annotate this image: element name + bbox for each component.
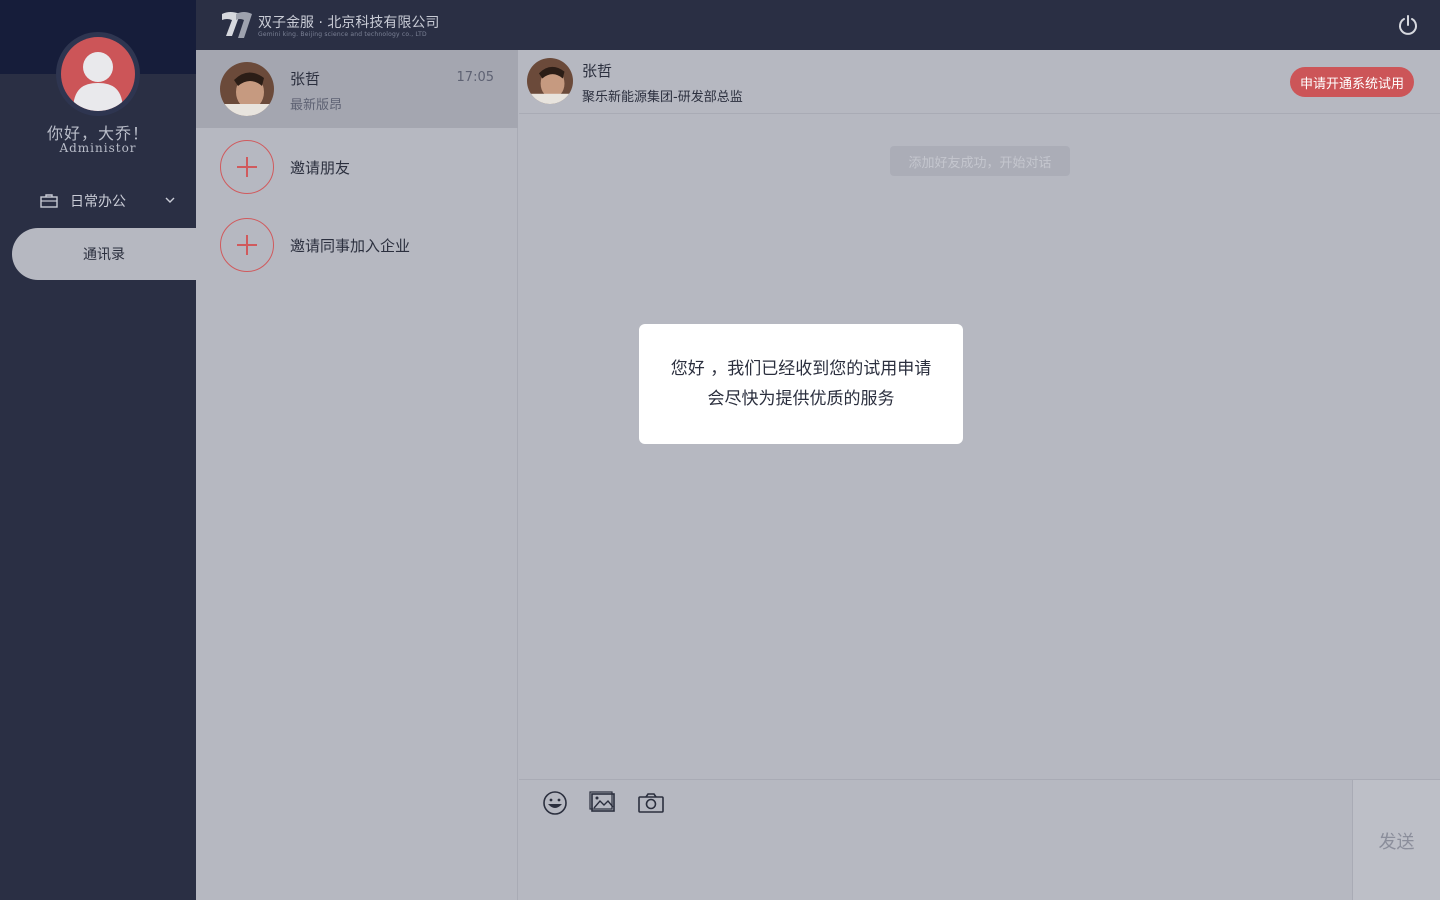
nav-group-label: 日常办公 bbox=[70, 194, 126, 210]
conversation-last-message: 最新版昂 bbox=[290, 98, 343, 113]
conversation-list: 张哲 17:05 最新版昂 邀请朋友 邀请同事加入企业 bbox=[196, 50, 518, 900]
company-subtitle: Gemini king. Beijing science and technol… bbox=[258, 31, 427, 38]
plus-circle-icon bbox=[220, 140, 274, 194]
conversation-time: 17:05 bbox=[456, 70, 494, 85]
sidebar-item-contacts[interactable]: 通讯录 bbox=[12, 228, 196, 280]
chevron-down-icon bbox=[165, 197, 175, 203]
invite-colleagues-label: 邀请同事加入企业 bbox=[290, 237, 411, 255]
sidebar: 你好，大乔！ Administor 日常办公 通讯录 bbox=[0, 0, 196, 900]
user-role: Administor bbox=[59, 141, 137, 155]
user-avatar-image bbox=[61, 37, 135, 111]
modal-line-1: 您好 ，我们已经收到您的试用申请 bbox=[670, 359, 932, 379]
modal-line-2: 会尽快为提供优质的服务 bbox=[707, 389, 895, 409]
user-avatar[interactable] bbox=[56, 32, 140, 116]
invite-friends-label: 邀请朋友 bbox=[290, 159, 351, 177]
invite-colleagues-item[interactable]: 邀请同事加入企业 bbox=[196, 210, 518, 280]
send-button[interactable]: 发送 bbox=[1352, 780, 1440, 900]
plus-circle-icon bbox=[220, 218, 274, 272]
company-logo bbox=[222, 12, 252, 38]
conversation-name: 张哲 bbox=[290, 70, 321, 88]
contact-photo bbox=[527, 58, 573, 104]
apply-trial-button[interactable]: 申请开通系统试用 bbox=[1289, 67, 1414, 97]
briefcase-icon bbox=[40, 194, 58, 208]
top-header: 双子金服 · 北京科技有限公司 Gemini king. Beijing sci… bbox=[196, 0, 1440, 50]
person-icon bbox=[73, 52, 123, 111]
power-icon[interactable] bbox=[1398, 14, 1418, 36]
emoji-icon[interactable] bbox=[541, 790, 569, 816]
chat-contact-avatar[interactable] bbox=[527, 58, 573, 104]
image-icon[interactable] bbox=[589, 790, 617, 816]
nav-group-daily-office[interactable]: 日常办公 bbox=[40, 188, 180, 214]
conversation-item[interactable]: 张哲 17:05 最新版昂 bbox=[196, 50, 518, 128]
contact-avatar bbox=[220, 62, 274, 116]
camera-icon[interactable] bbox=[637, 790, 665, 816]
invite-friends-item[interactable]: 邀请朋友 bbox=[196, 132, 518, 202]
contact-photo bbox=[220, 62, 274, 116]
message-composer: 发送 bbox=[519, 779, 1440, 900]
company-name: 双子金服 · 北京科技有限公司 bbox=[258, 15, 440, 31]
system-message: 添加好友成功，开始对话 bbox=[890, 146, 1070, 176]
chat-header: 张哲 聚乐新能源集团-研发部总监 申请开通系统试用 bbox=[519, 50, 1440, 114]
chat-contact-name: 张哲 bbox=[582, 62, 613, 80]
chat-contact-org: 聚乐新能源集团-研发部总监 bbox=[582, 90, 743, 105]
trial-confirmation-modal: 您好 ，我们已经收到您的试用申请 会尽快为提供优质的服务 bbox=[639, 324, 963, 444]
